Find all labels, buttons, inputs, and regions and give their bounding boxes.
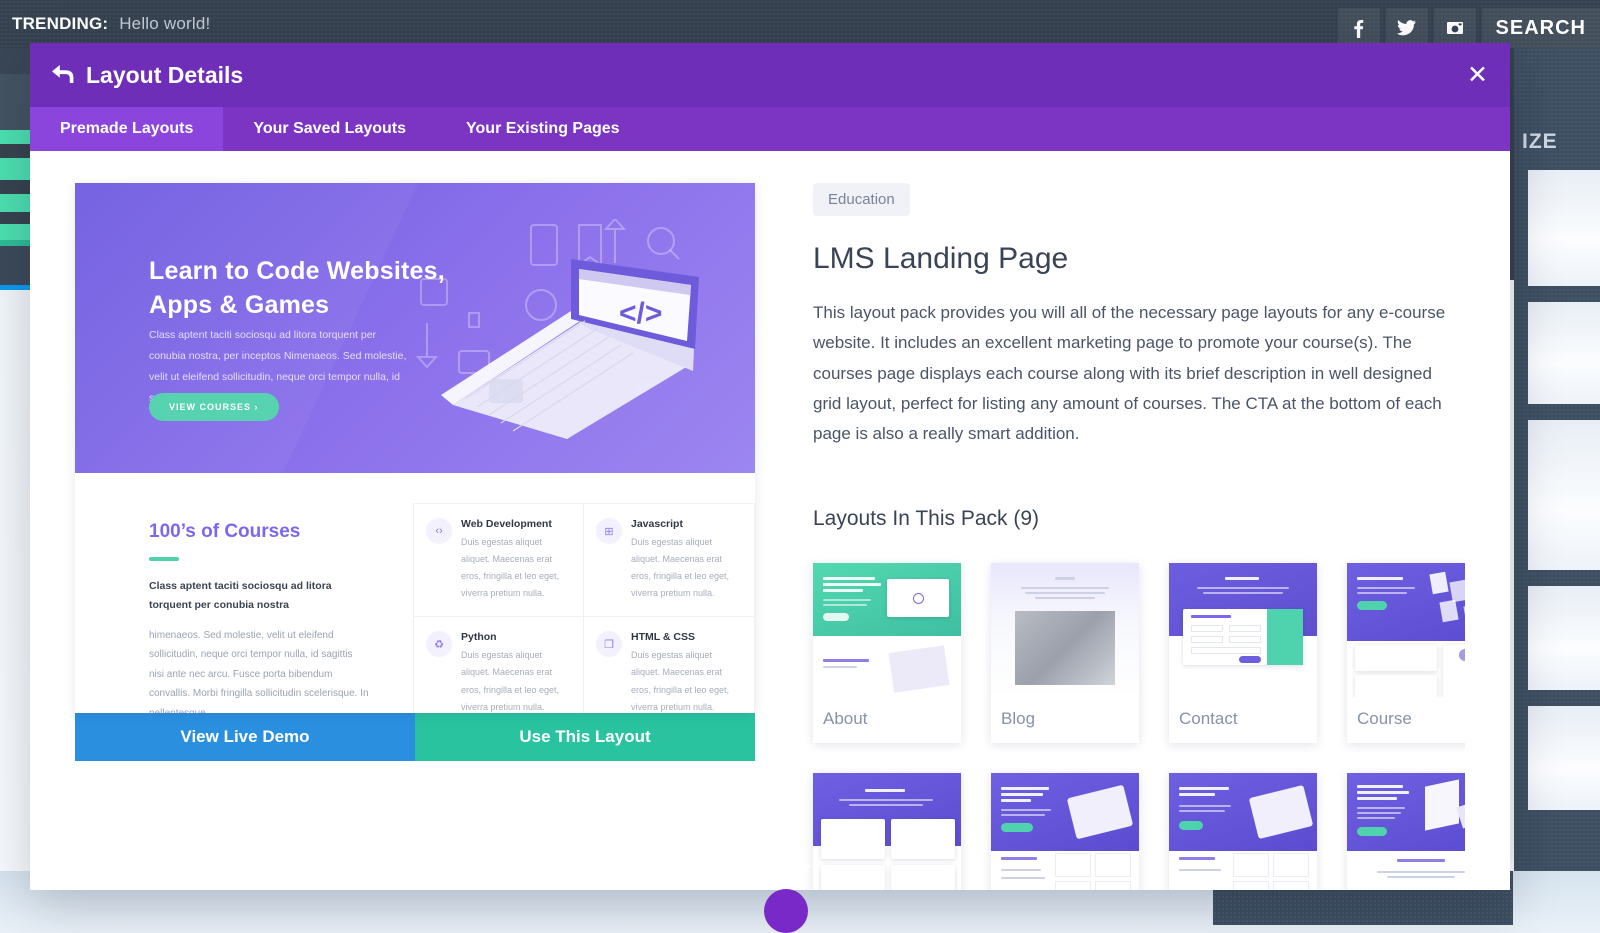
instagram-icon[interactable] [1433, 8, 1476, 48]
pack-heading: Layouts In This Pack (9) [813, 507, 1040, 531]
list-item[interactable]: About [813, 563, 961, 744]
list-item[interactable]: Blog [991, 563, 1139, 744]
thumbnail-preview [813, 773, 961, 890]
preview-hero: Learn to Code Websites, Apps & Games Cla… [75, 183, 755, 473]
modal-tab-bar: Premade Layouts Your Saved Layouts Your … [30, 107, 1510, 151]
layouts-thumbnail-grid: About Blog Contact Course [813, 563, 1465, 890]
tab-your-existing-pages[interactable]: Your Existing Pages [436, 107, 650, 151]
background-left-column [0, 48, 34, 286]
preview-feature-cell: ‹› Web Development Duis egestas aliquet … [414, 504, 584, 618]
modal-title: Layout Details [86, 61, 244, 88]
list-item-label: Contact [1179, 709, 1238, 729]
preview-action-bar: View Live Demo Use This Layout [75, 713, 755, 761]
preview-feature-grid: ‹› Web Development Duis egestas aliquet … [413, 503, 755, 713]
thumbnail-preview [991, 563, 1139, 698]
page-root: TRENDING: Hello world! SEARCH IZE Layout… [0, 0, 1600, 933]
sidebar-widget [1528, 170, 1600, 286]
social-icon-bar: SEARCH [1337, 0, 1600, 48]
thumbnail-preview [1169, 563, 1317, 698]
preview-feature-desc: Duis egestas aliquet aliquet. Maecenas e… [461, 650, 560, 712]
list-item[interactable]: Course [1347, 563, 1465, 744]
page-title: LMS Landing Page [813, 242, 1069, 275]
trending-post-title: Hello world! [119, 14, 211, 33]
thumbnail-preview [813, 563, 961, 698]
background-right-sidebar: IZE [1514, 48, 1600, 933]
back-arrow-icon[interactable] [52, 64, 82, 87]
view-live-demo-button[interactable]: View Live Demo [75, 713, 415, 761]
code-file-icon: ‹› [426, 518, 452, 544]
preview-feature-desc: Duis egestas aliquet aliquet. Maecenas e… [631, 537, 730, 599]
preview-hero-title-line2: Apps & Games [149, 290, 330, 319]
preview-feature-title: HTML & CSS [631, 631, 695, 644]
documents-icon: ❐ [596, 631, 622, 658]
preview-hero-title: Learn to Code Websites, Apps & Games [149, 255, 445, 322]
sidebar-widget [1528, 302, 1600, 404]
preview-feature-desc: Duis egestas aliquet aliquet. Maecenas e… [631, 650, 730, 712]
list-item[interactable]: Contact [1169, 563, 1317, 744]
modal-header: Layout Details ✕ [30, 43, 1510, 107]
background-topbar: TRENDING: Hello world! SEARCH [0, 0, 1600, 48]
layout-preview-column: Learn to Code Websites, Apps & Games Cla… [75, 183, 755, 890]
list-item[interactable] [1169, 773, 1317, 890]
preview-feature-desc: Duis egestas aliquet aliquet. Maecenas e… [461, 537, 560, 599]
preview-feature-cell: ♻ Python Duis egestas aliquet aliquet. M… [414, 617, 584, 713]
svg-text:</>: </> [619, 297, 662, 330]
sidebar-widget [1528, 586, 1600, 690]
layout-info-column: Education LMS Landing Page This layout p… [755, 183, 1465, 890]
list-item-label: Blog [1001, 709, 1036, 729]
twitter-icon[interactable] [1385, 8, 1428, 48]
laptop-illustration: </> [415, 219, 699, 439]
sidebar-widget [1528, 706, 1600, 810]
close-icon[interactable]: ✕ [1467, 62, 1488, 88]
preview-divider [149, 557, 179, 561]
preview-section-body: himenaeos. Sed molestie, velit ut eleife… [149, 629, 369, 713]
sidebar-widget [1528, 420, 1600, 570]
sidebar-title: IZE [1522, 130, 1558, 153]
list-item[interactable] [813, 773, 961, 890]
facebook-icon[interactable] [1337, 8, 1380, 48]
grid-icon: ⊞ [596, 518, 622, 544]
layout-details-modal: Layout Details ✕ Premade Layouts Your Sa… [30, 43, 1510, 890]
trending-label: TRENDING: Hello world! [12, 14, 210, 34]
preview-courses-text: 100’s of Courses Class aptent taciti soc… [149, 521, 369, 713]
list-item-label: Course [1357, 709, 1412, 729]
modal-pointer [760, 865, 812, 887]
preview-feature-cell: ⊞ Javascript Duis egestas aliquet alique… [584, 504, 754, 618]
preview-lower-section: 100’s of Courses Class aptent taciti soc… [75, 473, 755, 713]
category-badge[interactable]: Education [813, 183, 910, 216]
preview-hero-cta-button: VIEW COURSES › [149, 393, 279, 421]
use-this-layout-button[interactable]: Use This Layout [415, 713, 755, 761]
list-item-label: About [823, 709, 868, 729]
list-item[interactable] [1347, 773, 1465, 890]
preview-feature-cell: ❐ HTML & CSS Duis egestas aliquet alique… [584, 617, 754, 713]
trending-prefix: TRENDING: [12, 14, 109, 33]
python-icon: ♻ [426, 631, 452, 658]
tab-premade-layouts[interactable]: Premade Layouts [30, 107, 224, 151]
modal-body: Learn to Code Websites, Apps & Games Cla… [30, 151, 1510, 890]
thumbnail-preview [1347, 773, 1465, 890]
thumbnail-preview [1169, 773, 1317, 890]
preview-hero-title-line1: Learn to Code Websites, [149, 257, 445, 285]
thumbnail-preview [1347, 563, 1465, 698]
preview-section-subtitle: Class aptent taciti sociosqu ad litora t… [149, 580, 332, 612]
preview-section-title: 100’s of Courses [149, 521, 301, 542]
builder-fab-button[interactable] [764, 889, 808, 933]
search-button[interactable]: SEARCH [1481, 8, 1600, 48]
list-item[interactable] [991, 773, 1139, 890]
thumbnail-preview [991, 773, 1139, 890]
tab-your-saved-layouts[interactable]: Your Saved Layouts [223, 107, 436, 151]
preview-feature-title: Python [461, 631, 497, 644]
preview-hero-paragraph: Class aptent taciti sociosqu ad litora t… [149, 329, 407, 404]
preview-feature-title: Web Development [461, 518, 552, 530]
layout-description: This layout pack provides you will all o… [813, 303, 1446, 443]
preview-feature-title: Javascript [631, 518, 683, 530]
background-left-panel [0, 285, 34, 933]
layout-preview-card: Learn to Code Websites, Apps & Games Cla… [75, 183, 755, 713]
